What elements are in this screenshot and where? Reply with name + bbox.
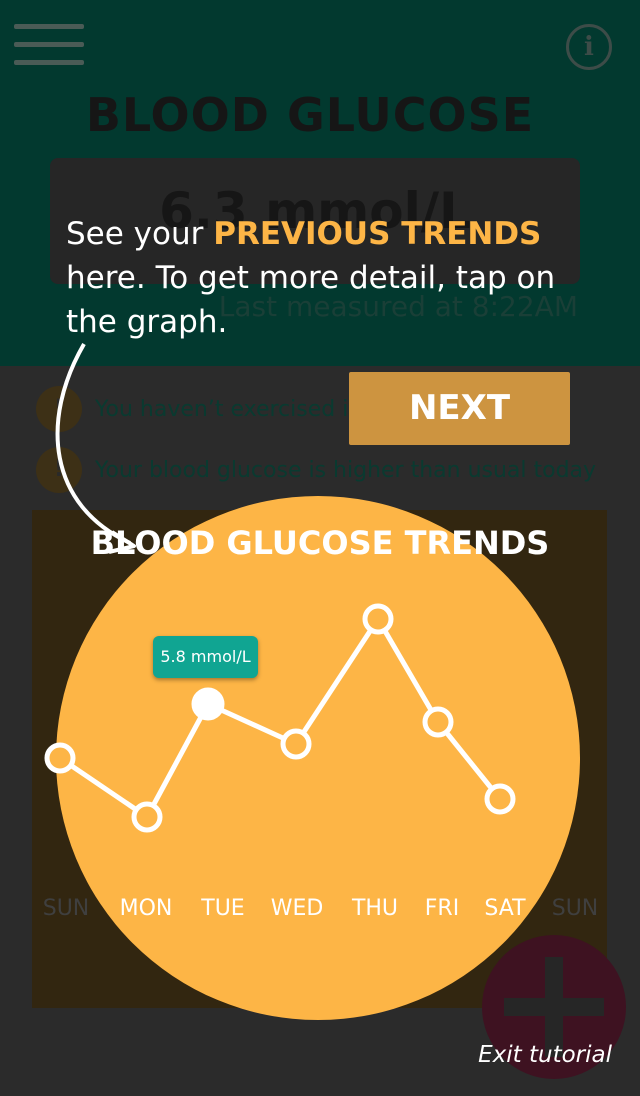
- next-button[interactable]: NEXT: [349, 372, 570, 445]
- tutorial-arrow-icon: [55, 342, 136, 554]
- app-screen: i BLOOD GLUCOSE 6.3 mmol/L Last measured…: [0, 0, 640, 1096]
- exit-tutorial-link[interactable]: Exit tutorial: [478, 1042, 612, 1068]
